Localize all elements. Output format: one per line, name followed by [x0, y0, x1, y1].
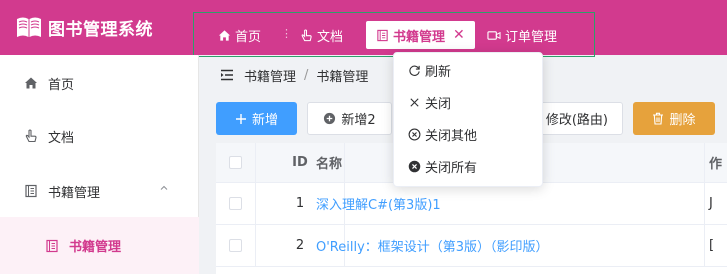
menu-item-label: 关闭所有 [425, 160, 478, 176]
add-button[interactable]: 新增 [216, 102, 297, 135]
hand-pointer-icon [25, 129, 37, 143]
trash-icon [653, 112, 664, 125]
sidebar-subitem-label: 书籍管理 [69, 240, 122, 255]
sidebar-item-home[interactable]: 首页 [0, 55, 199, 111]
cell-name-link[interactable]: 深入理解C#(第3版)1 [305, 183, 705, 224]
menu-item-label: 关闭 [425, 96, 452, 112]
table-row[interactable]: 2 O'Reilly：框架设计（第3版）（影印版） [ [216, 225, 727, 267]
refresh-icon [409, 65, 420, 76]
cell-name-link[interactable]: O'Reilly：框架设计（第3版）（影印版） [305, 225, 705, 266]
tab-home[interactable]: 首页 [218, 21, 261, 49]
add2-button-label: 新增2 [341, 113, 376, 128]
menu-fold-icon[interactable] [220, 69, 234, 81]
breadcrumb-item[interactable]: 书籍管理 [244, 66, 296, 85]
column-header-author[interactable]: 作 [705, 143, 727, 182]
menu-item-close[interactable]: 关闭 [394, 87, 544, 117]
book-icon [46, 239, 58, 252]
tab-label: 文档 [317, 29, 344, 45]
sidebar-item-label: 文档 [48, 130, 75, 146]
plus-icon [235, 113, 246, 124]
breadcrumb-separator: / [304, 67, 309, 83]
book-logo-icon [17, 17, 41, 37]
row-checkbox[interactable] [229, 239, 242, 252]
row-checkbox-cell [216, 183, 256, 224]
tab-label: 订单管理 [505, 29, 558, 45]
sidebar-subitem-books[interactable]: 书籍管理 [0, 217, 199, 274]
video-icon [487, 30, 501, 40]
tab-separator: ⋮ [281, 27, 292, 40]
close-icon[interactable]: ✕ [453, 27, 465, 43]
app-title: 图书管理系统 [48, 19, 153, 40]
menu-item-close-all[interactable]: 关闭所有 [394, 151, 544, 181]
tab-label: 首页 [235, 29, 262, 45]
book-icon [377, 29, 388, 41]
menu-item-label: 刷新 [425, 64, 452, 80]
close-icon [410, 97, 419, 107]
home-icon [218, 29, 231, 41]
edit-route-button-label: 修改(路由) [545, 113, 608, 128]
menu-item-close-others[interactable]: 关闭其他 [394, 119, 544, 149]
header-checkbox-cell [216, 143, 256, 182]
cell-author: J [709, 196, 713, 211]
tab-label: 书籍管理 [393, 29, 446, 45]
sidebar-item-docs[interactable]: 文档 [0, 108, 199, 164]
sidebar-item-label: 首页 [48, 77, 75, 93]
chevron-up-icon[interactable] [159, 183, 169, 193]
close-circle-icon [408, 128, 421, 140]
delete-button[interactable]: 删除 [633, 102, 715, 135]
select-all-checkbox[interactable] [229, 156, 242, 169]
menu-item-refresh[interactable]: 刷新 [394, 55, 544, 85]
tab-context-menu: 刷新 关闭 关闭其他 关闭所有 [393, 52, 543, 187]
plus-circle-icon [324, 112, 336, 125]
close-circle-filled-icon [408, 160, 421, 172]
delete-button-label: 删除 [669, 113, 696, 128]
menu-item-label: 关闭其他 [425, 128, 478, 144]
app-logo: 图书管理系统 [16, 12, 153, 42]
sidebar-item-label: 书籍管理 [48, 185, 101, 201]
book-icon [25, 184, 37, 198]
tab-books[interactable]: 书籍管理 ✕ [366, 21, 475, 49]
sidebar-item-books[interactable]: 书籍管理 [0, 163, 199, 219]
breadcrumb: 书籍管理 / 书籍管理 [220, 65, 368, 85]
breadcrumb-item: 书籍管理 [316, 69, 369, 85]
cell-author: [ [709, 238, 715, 253]
top-header: 图书管理系统 首页 ⋮ 文档 书籍管理 ✕ 订单管理 [0, 0, 727, 57]
home-icon [25, 77, 37, 89]
hand-pointer-icon [301, 28, 312, 41]
sidebar: 首页 文档 书籍管理 书籍管理 [0, 55, 199, 274]
tab-orders[interactable]: 订单管理 [487, 21, 557, 49]
table-row[interactable]: 1 深入理解C#(第3版)1 J [216, 183, 727, 225]
row-checkbox-cell [216, 225, 256, 266]
row-checkbox[interactable] [229, 197, 242, 210]
add2-button[interactable]: 新增2 [307, 102, 392, 135]
add-button-label: 新增 [251, 113, 278, 128]
tab-docs[interactable]: 文档 [300, 21, 343, 49]
